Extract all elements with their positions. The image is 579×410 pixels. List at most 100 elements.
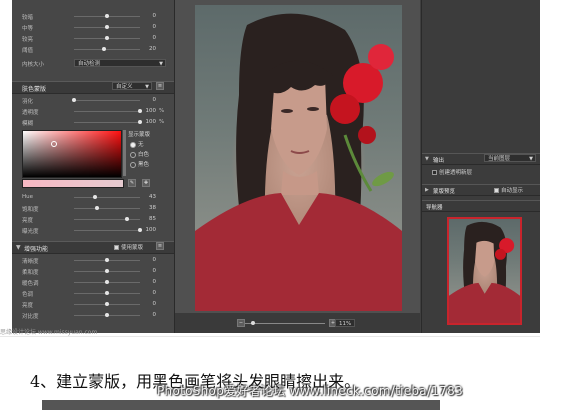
new-layer-checkbox[interactable]: 创建透明新层	[432, 168, 472, 176]
navigator-header[interactable]: 导航器	[422, 200, 540, 212]
slider-row-saturation[interactable]: 饱和度 38	[12, 204, 174, 213]
collapse-triangle-icon[interactable]: ▼	[16, 244, 21, 251]
radio-dot[interactable]	[130, 161, 136, 168]
slider-track[interactable]	[74, 100, 140, 101]
skin-mask-preset-dropdown[interactable]: 自定义 ▼	[112, 82, 152, 90]
slider-row-softness[interactable]: 柔和度 0	[12, 267, 174, 276]
forum-watermark: PhotoShop爱好者论坛 www.lineck.com/tieba/1783	[157, 384, 464, 398]
slider-knob[interactable]	[105, 36, 109, 40]
slider-row-warmth[interactable]: 暖色调 0	[12, 278, 174, 287]
slider-label: 透明度	[22, 110, 39, 116]
slider-row-contrast[interactable]: 对比度 0	[12, 311, 174, 320]
skin-mask-title: 肤色蒙版	[22, 86, 47, 93]
auto-show-checkbox[interactable]: 自动显示	[494, 186, 524, 194]
slider-row-brightness[interactable]: 亮度 0	[12, 300, 174, 309]
slider-knob[interactable]	[95, 206, 100, 210]
radio-dot[interactable]	[130, 151, 136, 158]
eyedropper-plus-icon[interactable]: ✚	[142, 179, 150, 187]
slider-value: 20	[149, 46, 156, 52]
output-mode-value: 当前图层	[488, 156, 511, 162]
portrait-illustration	[195, 13, 402, 311]
slider-row-darker[interactable]: 较暗 0	[12, 12, 174, 21]
slider-track[interactable]	[74, 49, 140, 50]
rose-leaf	[372, 171, 394, 187]
slider-row-opacity[interactable]: 透明度 100 %	[12, 107, 174, 116]
slider-row-lighter[interactable]: 较亮 0	[12, 34, 174, 43]
slider-track[interactable]	[74, 111, 140, 112]
slider-knob[interactable]	[124, 217, 129, 221]
slider-row-luminance[interactable]: 亮度 85	[12, 215, 174, 224]
color-picker-field[interactable]	[22, 130, 122, 178]
slider-value: 0	[152, 312, 157, 318]
checkbox-box[interactable]	[114, 245, 119, 250]
slider-label: 模糊	[22, 121, 34, 127]
slider-track[interactable]	[74, 122, 140, 123]
slider-value: 38	[149, 205, 156, 211]
checkbox-box[interactable]	[432, 170, 437, 175]
hue-strip[interactable]	[123, 130, 126, 176]
slider-knob[interactable]	[101, 47, 106, 51]
collapse-triangle-icon[interactable]: ▼	[425, 156, 429, 162]
radio-mask-white[interactable]: 白色	[130, 150, 149, 158]
slider-row-sharpness[interactable]: 清晰度 0	[12, 256, 174, 265]
zoom-slider-knob[interactable]	[251, 321, 255, 325]
slider-knob[interactable]	[105, 313, 109, 317]
use-mask-checkbox[interactable]: 使用蒙版	[114, 243, 143, 251]
navigator-thumbnail[interactable]	[447, 217, 522, 325]
slider-label: 柔和度	[22, 270, 39, 276]
radio-mask-black[interactable]: 黑色	[130, 160, 149, 168]
skin-tone-swatch[interactable]	[22, 179, 124, 188]
slider-row-exposure[interactable]: 曝光度 100	[12, 226, 174, 235]
slider-knob[interactable]	[105, 302, 109, 306]
slider-label: 亮度	[22, 303, 34, 309]
slider-value: 0	[152, 279, 157, 285]
menu-icon[interactable]: ≡	[156, 242, 164, 250]
slider-label: 中等	[22, 26, 34, 32]
slider-value: 43	[149, 194, 156, 200]
slider-row-hue[interactable]: Hue 43	[12, 193, 174, 202]
zoom-bar: − + 11%	[175, 313, 420, 333]
enhancements-header[interactable]: ▼ 增强功能	[12, 241, 174, 254]
output-mode-dropdown[interactable]: 当前图层 ▼	[484, 154, 536, 162]
slider-row-feather[interactable]: 羽化 0	[12, 96, 174, 105]
portrait-preview-image[interactable]	[195, 5, 402, 311]
slider-value: 0	[152, 268, 157, 274]
slider-knob[interactable]	[105, 14, 109, 18]
slider-track[interactable]	[74, 208, 140, 209]
slider-knob[interactable]	[72, 98, 76, 102]
chevron-down-icon: ▼	[529, 156, 533, 162]
radio-mask-none[interactable]: 无	[130, 140, 144, 148]
slider-knob[interactable]	[105, 280, 109, 284]
left-panel: 较暗 0 中等 0 较亮 0 阈值 20 内核大小 自动检测 ▼ 肤色蒙版 自定…	[12, 0, 175, 333]
expand-triangle-icon[interactable]: ▶	[425, 187, 429, 193]
auto-show-label: 自动显示	[501, 188, 524, 194]
zoom-level-dropdown[interactable]: 11%	[335, 319, 355, 327]
slider-track[interactable]	[74, 230, 140, 231]
preset-value: 自定义	[116, 84, 133, 90]
zoom-out-icon[interactable]: −	[237, 319, 245, 327]
slider-knob[interactable]	[105, 291, 109, 295]
slider-knob[interactable]	[105, 258, 109, 262]
slider-row-tint[interactable]: 色调 0	[12, 289, 174, 298]
slider-knob[interactable]	[93, 195, 98, 199]
preview-area: − + 11%	[175, 0, 420, 333]
color-picker-marker[interactable]	[51, 141, 57, 147]
output-title: 输出	[433, 158, 445, 164]
checkbox-box[interactable]	[494, 188, 499, 193]
kernel-size-dropdown[interactable]: 自动检测 ▼	[74, 59, 166, 67]
slider-row-medium[interactable]: 中等 0	[12, 23, 174, 32]
rose-flower	[368, 44, 394, 70]
slider-label: 阈值	[22, 48, 34, 54]
radio-dot[interactable]	[130, 141, 136, 148]
slider-row-threshold[interactable]: 阈值 20	[12, 45, 174, 54]
slider-track[interactable]	[74, 219, 140, 220]
slider-knob[interactable]	[105, 25, 109, 29]
slider-track[interactable]	[74, 197, 140, 198]
zoom-slider-track[interactable]	[245, 323, 325, 324]
slider-value: 0	[152, 97, 157, 103]
slider-row-blur[interactable]: 模糊 100 %	[12, 118, 174, 127]
red-dress	[195, 193, 402, 311]
eyedropper-icon[interactable]: ✎	[128, 179, 136, 187]
slider-knob[interactable]	[105, 269, 109, 273]
menu-icon[interactable]: ≡	[156, 82, 164, 90]
